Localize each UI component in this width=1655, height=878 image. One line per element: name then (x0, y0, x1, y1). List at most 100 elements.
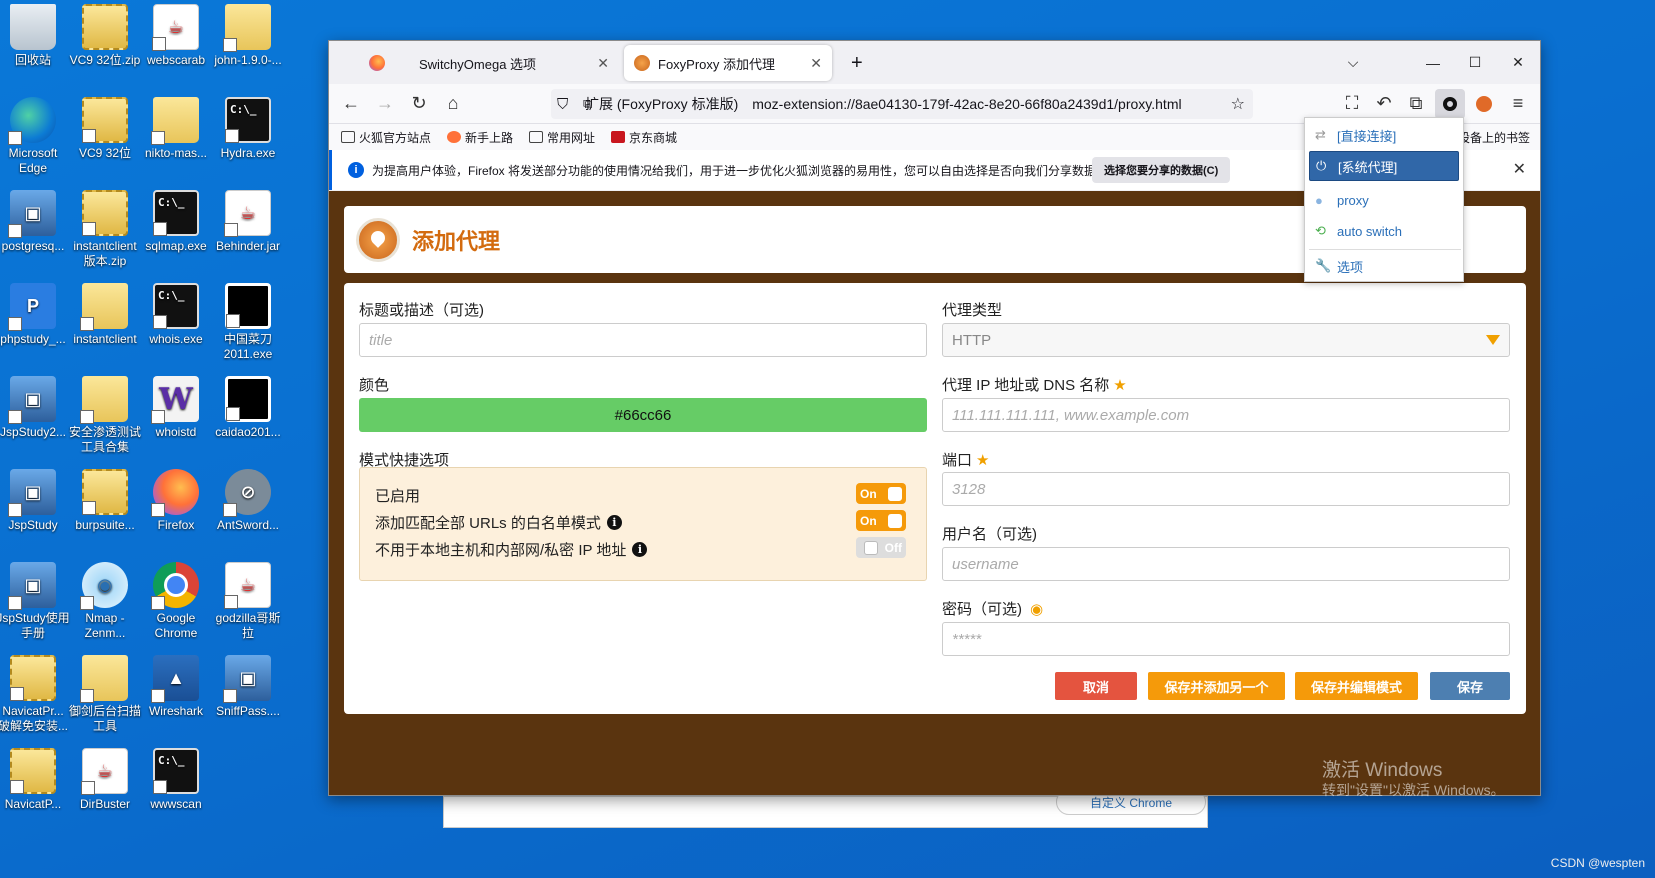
foxyproxy-toolbar-button[interactable] (1469, 89, 1499, 119)
info-icon: i (348, 162, 364, 178)
desktop-icon-label: postgresq... (1, 239, 65, 253)
minimize-button[interactable]: — (1412, 41, 1454, 84)
menu-item-auto-switch[interactable]: ⟲ auto switch (1309, 216, 1459, 246)
close-tab-icon[interactable]: ✕ (597, 55, 609, 72)
bookmark-item[interactable]: 火狐官方站点 (341, 129, 431, 146)
tab-switchyomega[interactable]: SwitchyOmega 选项 ✕ (409, 45, 619, 81)
reload-button[interactable]: ↻ (404, 89, 434, 119)
proxy-form: 标题或描述（可选) title 颜色 #66cc66 模式快捷选项 已启用 On… (344, 283, 1526, 714)
desktop-icon[interactable]: instantclient (67, 283, 143, 347)
new-tab-button[interactable]: + (841, 45, 871, 81)
desktop-icon[interactable]: C:\_ wwwscan (138, 748, 214, 812)
desktop-icon[interactable]: 安全渗透测试工具合集 (67, 376, 143, 455)
eye-icon[interactable]: ◉ (1030, 601, 1043, 618)
desktop-icon[interactable]: instantclient 版本.zip (67, 190, 143, 269)
color-input[interactable]: #66cc66 (359, 398, 927, 432)
back-button[interactable]: ← (336, 89, 366, 119)
save-edit-patterns-button[interactable]: 保存并编辑模式 (1295, 672, 1418, 700)
desktop-icon-label: sqlmap.exe (145, 239, 207, 253)
desktop-icon-label: instantclient 版本.zip (73, 239, 137, 268)
url-text[interactable]: moz-extension://8ae04130-179f-42ac-8e20-… (752, 96, 1181, 112)
choose-data-button[interactable]: 选择您要分享的数据(C) (1092, 157, 1231, 183)
proxy-type-select[interactable]: HTTP (942, 323, 1510, 357)
local-bypass-toggle[interactable]: Off (856, 537, 906, 558)
java-icon: ☕ (152, 4, 199, 51)
desktop-icon[interactable]: caidao201... (210, 376, 286, 440)
desktop-icon[interactable]: Google Chrome (138, 562, 214, 641)
info-icon[interactable]: i (632, 542, 648, 557)
desktop-icon[interactable]: 中国菜刀2011.exe (210, 283, 286, 362)
close-window-button[interactable]: ✕ (1497, 41, 1539, 84)
desktop-icon[interactable]: VC9 32位.zip (67, 4, 143, 68)
desktop-icon[interactable]: Microsoft Edge (0, 97, 71, 176)
desktop-icon[interactable]: 御剑后台扫描工具 (67, 655, 143, 734)
info-icon[interactable]: i (606, 515, 622, 530)
desktop-icon[interactable]: burpsuite... (67, 469, 143, 533)
desktop-icon[interactable]: C:\_ Hydra.exe (210, 97, 286, 161)
desktop-icon[interactable]: ☕ godzilla哥斯拉 (210, 562, 286, 641)
desktop-icon[interactable]: NavicatPr... 破解免安装... (0, 655, 71, 734)
close-tab-icon[interactable]: ✕ (810, 55, 822, 72)
list-tabs-button[interactable]: ⌵ (1332, 41, 1374, 84)
close-icon[interactable]: ✕ (1513, 159, 1526, 179)
menu-item-direct[interactable]: ⇄ [直接连接] (1309, 120, 1459, 150)
desktop-icon[interactable]: ▣ postgresq... (0, 190, 71, 254)
desktop-icon[interactable]: ☕ webscarab (138, 4, 214, 68)
maximize-button[interactable]: ☐ (1454, 41, 1496, 84)
desktop-icon[interactable]: ▣ JspStudy使用手册 (0, 562, 71, 641)
desktop-icon[interactable]: john-1.9.0-... (210, 4, 286, 68)
desktop-icon[interactable]: ⊘ AntSword... (210, 469, 286, 533)
screenshot-button[interactable]: ⛶ (1337, 89, 1367, 119)
desktop-icon[interactable]: Pphpstudy_... (0, 283, 71, 347)
bookmark-item[interactable]: 京东商城 (611, 129, 677, 146)
desktop-icon[interactable]: NavicatP... (0, 748, 71, 812)
desktop-icon[interactable]: Firefox (138, 469, 214, 533)
port-input[interactable]: 3128 (942, 472, 1510, 506)
ip-label: 代理 IP 地址或 DNS 名称 ★ (942, 374, 1127, 395)
bookmark-item[interactable]: 常用网址 (529, 129, 595, 146)
desktop-icon[interactable]: Wwhoistd (138, 376, 214, 440)
desktop-icon[interactable]: VC9 32位 (67, 97, 143, 161)
url-bar[interactable]: ⛉ ⧉ 扩展 (FoxyProxy 标准版) moz-extension://8… (551, 89, 1253, 119)
whitelist-toggle[interactable]: On (856, 510, 906, 531)
save-add-another-button[interactable]: 保存并添加另一个 (1148, 672, 1285, 700)
ip-input[interactable]: 111.111.111.111, www.example.com (942, 398, 1510, 432)
menu-item-system[interactable]: ⏻ [系统代理] (1309, 151, 1459, 181)
desktop-icon[interactable]: ▣ SniffPass.... (210, 655, 286, 719)
title-input[interactable]: title (359, 323, 927, 357)
app-icon: W (151, 376, 199, 424)
tab-foxyproxy[interactable]: FoxyProxy 添加代理 ✕ (624, 45, 832, 81)
notification-text: 为提高用户体验，Firefox 将发送部分功能的使用情况给我们，用于进一步优化火… (372, 163, 1109, 178)
extensions-button[interactable]: ⧉ (1401, 89, 1431, 119)
switchyomega-button[interactable] (1435, 88, 1465, 119)
mobile-bookmarks[interactable]: 设备上的书签 (1458, 129, 1530, 146)
desktop-icon[interactable]: C:\_ whois.exe (138, 283, 214, 347)
desktop-icon[interactable]: ▣ JspStudy2... (0, 376, 71, 440)
bookmark-star-icon[interactable]: ☆ (1231, 94, 1245, 114)
desktop-icon[interactable]: ◉ Nmap - Zenm... (67, 562, 143, 641)
desktop-icon[interactable]: 回收站 (0, 4, 71, 68)
menu-item-options[interactable]: 🔧 选项 (1309, 251, 1459, 281)
desktop-icon[interactable]: ▲ Wireshark (138, 655, 214, 719)
tab-firefox-home[interactable] (359, 45, 407, 81)
cancel-button[interactable]: 取消 (1055, 672, 1137, 700)
shield-icon[interactable]: ⛉ (557, 96, 568, 113)
menu-item-label: [系统代理] (1338, 159, 1398, 175)
menu-item-proxy[interactable]: ● proxy (1309, 185, 1459, 215)
desktop-icon[interactable]: ☕ Behinder.jar (210, 190, 286, 254)
menu-button[interactable]: ≡ (1503, 89, 1533, 119)
desktop-icon[interactable]: ☕ DirBuster (67, 748, 143, 812)
enabled-toggle[interactable]: On (856, 483, 906, 504)
desktop-icon[interactable]: C:\_ sqlmap.exe (138, 190, 214, 254)
zip-file-icon (82, 4, 128, 50)
undo-button[interactable]: ↶ (1369, 89, 1399, 119)
password-input[interactable]: ***** (942, 622, 1510, 656)
desktop-icon-label: 中国菜刀2011.exe (223, 332, 273, 361)
username-input[interactable]: username (942, 547, 1510, 581)
bookmark-item[interactable]: 新手上路 (447, 129, 513, 146)
home-button[interactable]: ⌂ (438, 89, 468, 119)
desktop-icon[interactable]: ▣ JspStudy (0, 469, 71, 533)
desktop-icon[interactable]: nikto-mas... (138, 97, 214, 161)
forward-button[interactable]: → (370, 89, 400, 119)
save-button[interactable]: 保存 (1430, 672, 1510, 700)
